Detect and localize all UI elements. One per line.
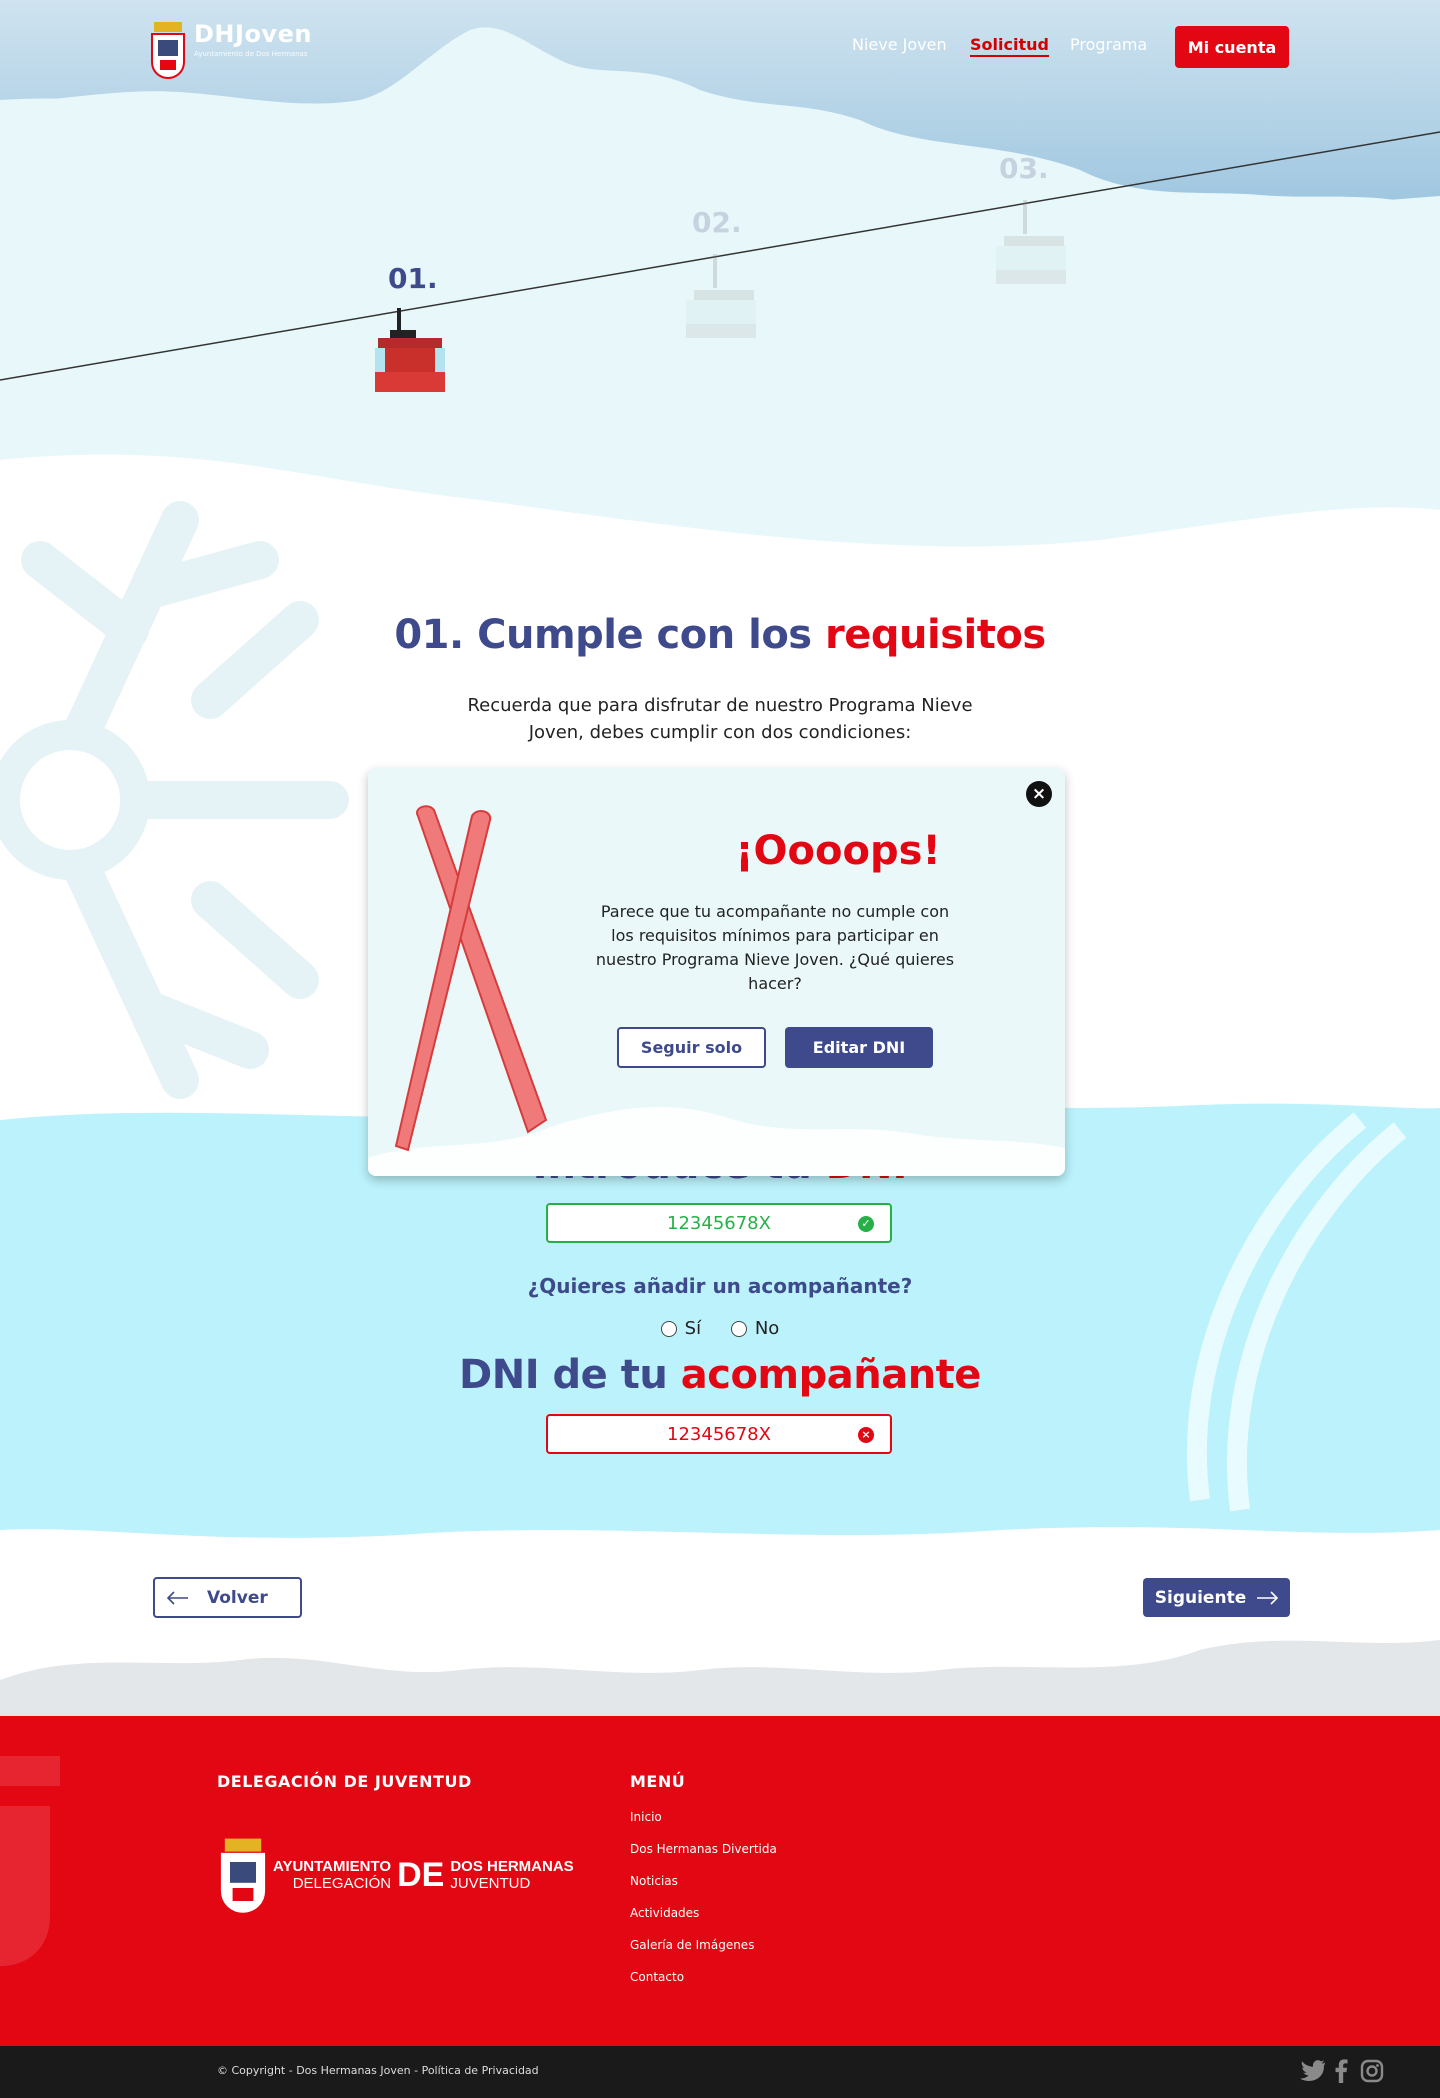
footer-link-noticias[interactable]: Noticias	[630, 1870, 777, 1902]
companion-dni-value: 12345678X	[667, 1423, 771, 1445]
page-title: 01. Cumple con los requisitos	[0, 612, 1440, 658]
footer: DELEGACIÓN DE JUVENTUD MENÚ AYUNTAMIENTO…	[0, 1716, 1440, 2046]
arrow-right-icon	[1257, 1590, 1279, 1605]
nav-programa[interactable]: Programa	[1070, 35, 1147, 54]
close-icon[interactable]: ×	[1026, 781, 1052, 807]
continue-alone-button[interactable]: Seguir solo	[617, 1027, 766, 1068]
next-button-label: Siguiente	[1154, 1587, 1247, 1608]
radio-yes-circle[interactable]	[660, 1320, 677, 1337]
edit-dni-button[interactable]: Editar DNI	[785, 1027, 933, 1068]
modal-title: ¡Oooops!	[735, 828, 941, 874]
footer-logo-line1a: AYUNTAMIENTO	[273, 1858, 392, 1875]
dni-field[interactable]: 12345678X ✓	[546, 1203, 892, 1243]
arrow-left-icon	[167, 1590, 188, 1605]
footer-logo-de: DE	[397, 1855, 445, 1894]
footer-link-inicio[interactable]: Inicio	[630, 1806, 777, 1838]
footer-logo: AYUNTAMIENTO DELEGACIÓN DE DOS HERMANAS …	[217, 1836, 574, 1914]
modal-text: Parece que tu acompañante no cumple con …	[595, 902, 955, 993]
instagram-icon[interactable]	[1360, 2059, 1384, 2083]
radio-yes-label: Sí	[684, 1318, 702, 1339]
title-part-2: requisitos	[825, 612, 1046, 658]
footer-logo-line2b: JUVENTUD	[450, 1875, 531, 1892]
copyright: © Copyright - Dos Hermanas Joven - Polít…	[217, 2064, 539, 2077]
coat-of-arms-icon	[220, 1838, 266, 1913]
twitter-icon[interactable]	[1300, 2060, 1326, 2082]
back-button[interactable]: Volver	[153, 1577, 302, 1618]
footer-logo-line1b: DOS HERMANAS	[450, 1858, 574, 1875]
companion-heading-part-2: acompañante	[680, 1352, 982, 1398]
step-2-label: 02.	[692, 206, 742, 239]
footer-logo-line2a: DELEGACIÓN	[292, 1875, 392, 1892]
nav-nieve-joven[interactable]: Nieve Joven	[852, 35, 947, 54]
footer-link-contacto[interactable]: Contacto	[630, 1966, 777, 1998]
footer-menu: Inicio Dos Hermanas Divertida Noticias A…	[630, 1806, 777, 1998]
step-3-label: 03.	[999, 152, 1049, 185]
companion-dni-heading: DNI de tu acompañante	[0, 1352, 1440, 1398]
nav-solicitud[interactable]: Solicitud	[970, 35, 1049, 57]
companion-radio-group: Sí No	[0, 1318, 1440, 1342]
footer-link-divertida[interactable]: Dos Hermanas Divertida	[630, 1838, 777, 1870]
menu-heading: MENÚ	[630, 1772, 686, 1791]
intro-text: Recuerda que para disfrutar de nuestro P…	[467, 695, 973, 743]
dni-value: 12345678X	[667, 1212, 771, 1234]
companion-question: ¿Quieres añadir un acompañante?	[527, 1274, 913, 1298]
footer-link-actividades[interactable]: Actividades	[630, 1902, 777, 1934]
bottom-bar: © Copyright - Dos Hermanas Joven - Polít…	[0, 2046, 1440, 2098]
radio-no[interactable]: No	[730, 1318, 780, 1339]
companion-dni-field[interactable]: 12345678X ×	[546, 1414, 892, 1454]
footer-link-galeria[interactable]: Galería de Imágenes	[630, 1934, 777, 1966]
back-button-label: Volver	[207, 1587, 268, 1608]
delegation-heading: DELEGACIÓN DE JUVENTUD	[217, 1772, 472, 1791]
companion-heading-part-1: DNI de tu	[459, 1352, 681, 1398]
radio-no-circle[interactable]	[730, 1320, 747, 1337]
check-icon: ✓	[858, 1216, 874, 1232]
title-part-1: 01. Cumple con los	[394, 612, 826, 658]
radio-no-label: No	[754, 1318, 780, 1339]
my-account-button[interactable]: Mi cuenta	[1175, 26, 1289, 68]
requirements-modal: × ¡Oooops! Parece que tu acompañante no …	[368, 768, 1065, 1176]
coat-of-arms-watermark-icon	[0, 1756, 60, 1966]
step-1-label: 01.	[388, 262, 438, 295]
next-button[interactable]: Siguiente	[1143, 1578, 1290, 1617]
facebook-icon[interactable]	[1334, 2059, 1348, 2083]
radio-yes[interactable]: Sí	[660, 1318, 702, 1339]
error-icon: ×	[858, 1427, 874, 1443]
